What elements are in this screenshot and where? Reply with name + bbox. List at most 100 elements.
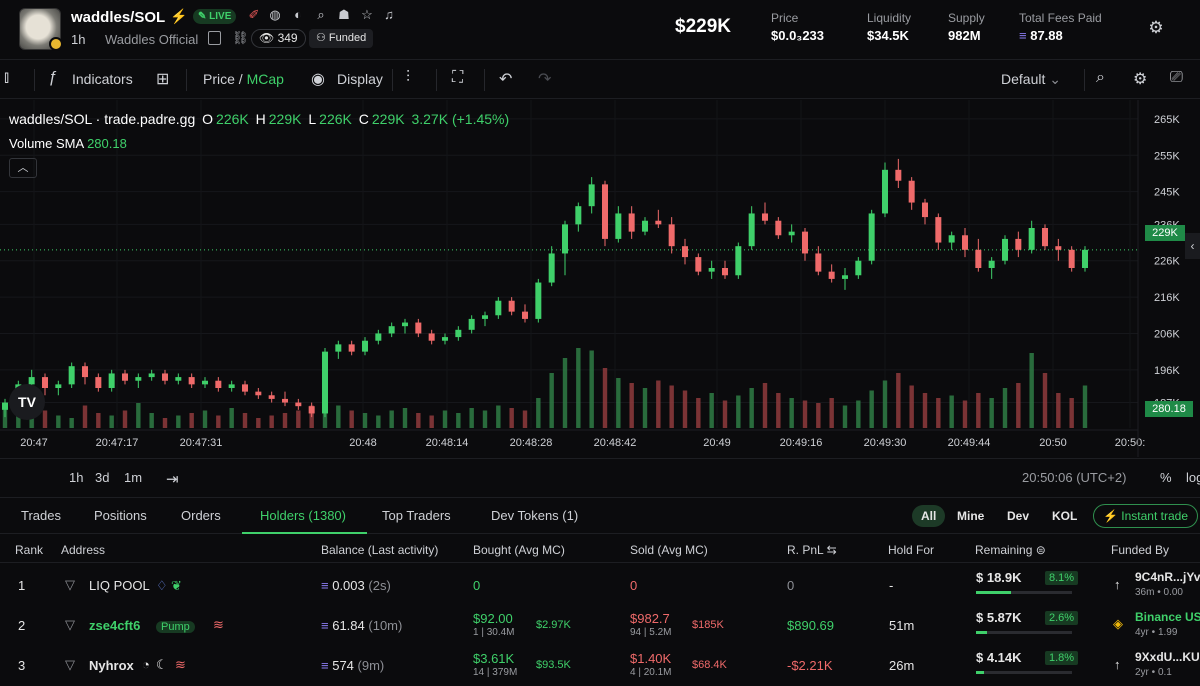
mcap-option[interactable]: MCap: [247, 71, 284, 87]
bought-avg-mc: $2.97K: [536, 619, 571, 631]
layout-default-label: Default: [1001, 71, 1046, 87]
dollar-toggle-icon[interactable]: ⊜: [1036, 543, 1046, 557]
calendar-range-icon[interactable]: ⇥: [166, 470, 179, 488]
address[interactable]: LIQ POOL: [89, 578, 150, 593]
header-rank[interactable]: Rank: [15, 543, 43, 557]
x-tick-label: 20:50:: [1115, 437, 1146, 449]
y-tick-label: 206K: [1154, 328, 1180, 340]
candle: [335, 344, 342, 352]
volume-bar: [96, 413, 101, 428]
funded-meta: 4yr • 1.99: [1135, 627, 1178, 638]
bell-icon[interactable]: ♫: [381, 7, 397, 23]
header-pnl[interactable]: R. PnL ⇆: [787, 543, 837, 557]
candle: [642, 220, 648, 232]
candle: [788, 231, 795, 236]
funded-by[interactable]: 9C4nR...jYv: [1135, 570, 1200, 584]
layout-grid-icon[interactable]: ⊞: [156, 69, 169, 89]
collapse-legend-button[interactable]: ︿: [9, 158, 37, 178]
sold-value: 0: [630, 578, 638, 593]
volume-bar: [122, 410, 128, 428]
sold-avg-mc: $68.4K: [692, 659, 727, 671]
filter-icon[interactable]: ▽: [65, 617, 75, 633]
tf-1m[interactable]: 1m: [124, 470, 142, 485]
close-label: C: [358, 111, 369, 127]
search-icon[interactable]: ⌕: [313, 7, 329, 23]
header-remaining[interactable]: Remaining ⊜: [975, 543, 1046, 557]
redo-icon[interactable]: ↷: [538, 69, 551, 89]
moon-icon: ☾: [156, 657, 168, 672]
tab-trades[interactable]: Trades: [21, 508, 61, 523]
table-row[interactable]: 3 ▽ Nyhrox ◔ ☾ ≋ ≡ 574 (9m) $3.61K 14 | …: [0, 646, 1200, 686]
balance-value: 0.003: [332, 578, 365, 593]
bought-value: $92.00: [473, 611, 513, 626]
holders-table-header: Rank Address Balance (Last activity) Bou…: [0, 535, 1200, 563]
tab-top-traders[interactable]: Top Traders: [382, 508, 451, 523]
settings-sliders-icon[interactable]: ⫶: [406, 69, 410, 87]
chat-icon[interactable]: ◐: [290, 7, 306, 23]
fullscreen-icon[interactable]: ⛶: [452, 69, 463, 87]
display-button[interactable]: Display: [337, 71, 383, 87]
candle-type-icon[interactable]: ⫾: [4, 69, 9, 87]
funded-by[interactable]: Binance US: [1135, 610, 1200, 624]
undo-icon[interactable]: ↶: [499, 69, 512, 89]
filter-dev[interactable]: Dev: [998, 505, 1038, 527]
address[interactable]: Nyhrox: [89, 658, 134, 673]
volume-bar: [989, 398, 994, 428]
log-toggle[interactable]: log: [1186, 470, 1200, 485]
globe-icon[interactable]: ◍: [267, 7, 283, 23]
tab-dev-tokens[interactable]: Dev Tokens (1): [491, 508, 578, 523]
pencil-icon[interactable]: ✐: [246, 7, 262, 23]
swap-icon[interactable]: ⇆: [827, 543, 837, 557]
price-mcap-toggle[interactable]: Price / MCap: [203, 71, 284, 87]
tradingview-logo[interactable]: TV: [9, 384, 45, 420]
candle: [1028, 228, 1035, 250]
funded-by[interactable]: 9XxdU...KUA: [1135, 650, 1200, 664]
filter-all[interactable]: All: [912, 505, 946, 527]
chevron-left-icon[interactable]: ‹: [1185, 233, 1200, 259]
y-tick-label: 245K: [1154, 187, 1180, 199]
header-balance[interactable]: Balance (Last activity): [321, 543, 438, 557]
header-hold-for[interactable]: Hold For: [888, 543, 934, 557]
table-row[interactable]: 2 ▽ zse4cft6 Pump ≋ ≡ 61.84 (10m) $92.00…: [0, 606, 1200, 646]
filter-kol[interactable]: KOL: [1043, 505, 1086, 527]
search-icon[interactable]: ⌕: [1096, 69, 1105, 87]
chart-canvas[interactable]: 265K255K245K236K226K216K206K196K187K20:4…: [0, 100, 1200, 457]
indicators-button[interactable]: Indicators: [72, 71, 133, 87]
candle: [962, 235, 968, 250]
open-value: 226K: [216, 111, 249, 127]
tf-1h[interactable]: 1h: [69, 470, 83, 485]
eye-icon[interactable]: ◉: [311, 69, 325, 89]
clock[interactable]: 20:50:06 (UTC+2): [1022, 470, 1126, 485]
header-bought[interactable]: Bought (Avg MC): [473, 543, 565, 557]
camera-icon[interactable]: ⎚: [1170, 69, 1183, 87]
settings-icon[interactable]: ⚙: [1146, 18, 1166, 38]
stat-value: ≡ 87.88: [1019, 28, 1102, 43]
star-icon[interactable]: ☆: [359, 7, 375, 23]
tab-orders[interactable]: Orders: [181, 508, 221, 523]
volume-bar: [82, 405, 88, 428]
table-row[interactable]: 1 ▽ LIQ POOL ♢ ❦ ≡ 0.003 (2s) 0 0 0 - $ …: [0, 566, 1200, 606]
header-address[interactable]: Address: [61, 543, 105, 557]
layout-default-select[interactable]: Default ⌄: [1001, 71, 1061, 88]
tab-holders[interactable]: Holders (1380): [260, 508, 346, 523]
filter-mine[interactable]: Mine: [948, 505, 993, 527]
volume-bar: [469, 408, 474, 428]
address[interactable]: zse4cft6: [89, 618, 140, 633]
percent-toggle[interactable]: %: [1160, 470, 1172, 485]
price-option[interactable]: Price: [203, 71, 235, 87]
fx-icon[interactable]: ƒ: [48, 69, 57, 87]
filter-icon[interactable]: ▽: [65, 577, 75, 593]
price-chart[interactable]: 265K255K245K236K226K216K206K196K187K20:4…: [0, 100, 1200, 457]
market-cap: $229K: [675, 16, 731, 37]
tab-positions[interactable]: Positions: [94, 508, 147, 523]
bot-icon[interactable]: ☗: [336, 7, 352, 23]
tf-3d[interactable]: 3d: [95, 470, 109, 485]
instant-trade-button[interactable]: ⚡ Instant trade: [1093, 504, 1198, 528]
copy-icon[interactable]: [208, 31, 221, 45]
filter-icon[interactable]: ▽: [65, 657, 75, 673]
header-funded-by[interactable]: Funded By: [1111, 543, 1169, 557]
balance: ≡ 574 (9m): [321, 658, 384, 673]
header-sold[interactable]: Sold (Avg MC): [630, 543, 708, 557]
link-icon[interactable]: ⛓: [232, 30, 249, 46]
gear-icon[interactable]: ⚙: [1133, 69, 1147, 89]
